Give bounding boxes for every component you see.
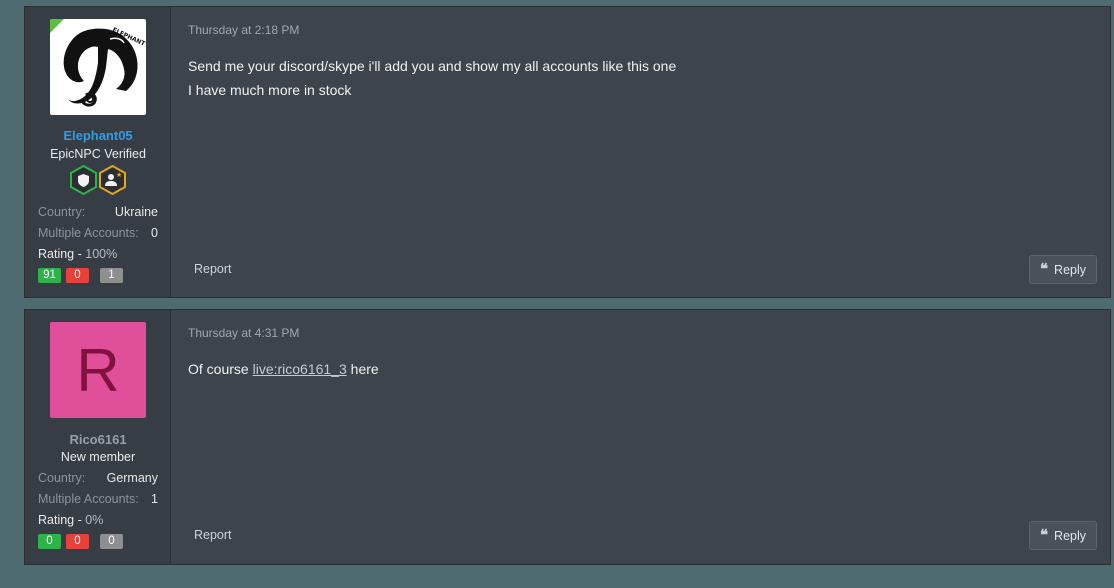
positive-feedback-badge[interactable]: 0 — [38, 534, 61, 549]
badges: ★ — [70, 165, 126, 195]
country-value: Germany — [106, 471, 158, 485]
multiple-accounts-label: Multiple Accounts: — [38, 226, 139, 240]
rating-value: 100% — [85, 247, 118, 261]
country-row: Country: Germany — [38, 471, 158, 485]
shield-badge-icon[interactable] — [70, 165, 97, 195]
post-message: Of course live:rico6161_3 here — [188, 357, 379, 381]
positive-feedback-badge[interactable]: 91 — [38, 268, 61, 283]
negative-feedback-badge[interactable]: 0 — [66, 534, 89, 549]
message-text: here — [350, 361, 379, 377]
reply-label: Reply — [1054, 528, 1087, 543]
user-info-panel: ELEPHANT Elephant05 EpicNPC Verified ★ C… — [25, 7, 171, 297]
neutral-feedback-badge[interactable]: 1 — [100, 268, 123, 283]
rating-row: Rating - 0% — [38, 513, 103, 527]
rating-label: Rating - — [38, 513, 82, 527]
message-line: Send me your discord/skype i'll add you … — [188, 58, 677, 74]
multiple-accounts-row: Multiple Accounts: 1 — [38, 492, 158, 506]
online-indicator — [50, 19, 64, 33]
quote-icon: ❝ — [1039, 527, 1049, 544]
rating-label: Rating - — [38, 247, 82, 261]
rating-value: 0% — [85, 513, 104, 527]
reply-button[interactable]: ❝ Reply — [1029, 521, 1097, 550]
user-title: EpicNPC Verified — [50, 147, 146, 161]
quote-icon: ❝ — [1039, 261, 1049, 278]
avatar[interactable]: ELEPHANT — [50, 19, 146, 115]
avatar[interactable]: R — [50, 322, 146, 418]
rating-row: Rating - 100% — [38, 247, 117, 261]
feedback-counts: 0 0 0 — [38, 534, 128, 549]
elephant-logo-icon: ELEPHANT — [63, 26, 146, 107]
country-row: Country: Ukraine — [38, 205, 158, 219]
user-title: New member — [60, 450, 136, 464]
message-link[interactable]: live:rico6161_3 — [253, 361, 347, 377]
user-star-badge-icon[interactable]: ★ — [99, 165, 126, 195]
multiple-accounts-value: 1 — [151, 492, 158, 506]
post-content: Thursday at 4:31 PM Of course live:rico6… — [171, 310, 1110, 564]
feedback-counts: 91 0 1 — [38, 268, 128, 283]
post-content: Thursday at 2:18 PM Send me your discord… — [171, 7, 1110, 297]
avatar-letter: R — [76, 336, 120, 404]
svg-text:★: ★ — [116, 171, 122, 179]
username[interactable]: Elephant05 — [25, 128, 171, 143]
username[interactable]: Rico6161 — [25, 432, 171, 447]
country-value: Ukraine — [114, 205, 158, 219]
post-date[interactable]: Thursday at 4:31 PM — [188, 326, 299, 340]
neutral-feedback-badge[interactable]: 0 — [100, 534, 123, 549]
country-label: Country: — [38, 205, 86, 219]
reply-button[interactable]: ❝ Reply — [1029, 255, 1097, 284]
reply-label: Reply — [1054, 262, 1087, 277]
negative-feedback-badge[interactable]: 0 — [66, 268, 89, 283]
message-line: I have much more in stock — [188, 82, 352, 98]
post: R Rico6161 New member Country: Germany M… — [24, 309, 1111, 565]
multiple-accounts-value: 0 — [151, 226, 158, 240]
report-link[interactable]: Report — [194, 262, 232, 276]
post-message: Send me your discord/skype i'll add you … — [188, 54, 676, 102]
user-info-panel: R Rico6161 New member Country: Germany M… — [25, 310, 171, 564]
message-text: Of course — [188, 361, 249, 377]
country-label: Country: — [38, 471, 86, 485]
report-link[interactable]: Report — [194, 528, 232, 542]
multiple-accounts-label: Multiple Accounts: — [38, 492, 139, 506]
multiple-accounts-row: Multiple Accounts: 0 — [38, 226, 158, 240]
post: ELEPHANT Elephant05 EpicNPC Verified ★ C… — [24, 6, 1111, 298]
post-date[interactable]: Thursday at 2:18 PM — [188, 23, 299, 37]
